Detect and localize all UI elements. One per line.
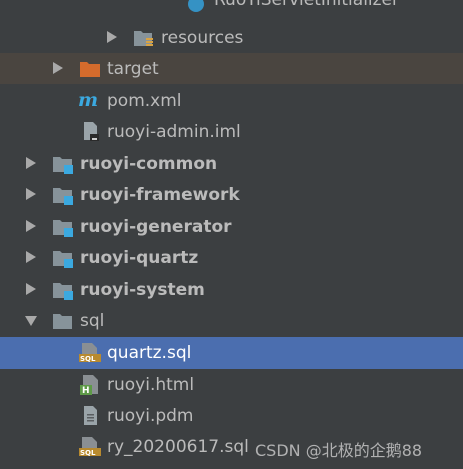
tree-item-ruoyi-pdm[interactable]: ruoyi.pdm <box>0 400 463 431</box>
tree-item-label: ruoyi.pdm <box>107 405 194 426</box>
tree-item-label: quartz.sql <box>107 343 192 363</box>
sql-file-icon: SQL <box>79 342 101 363</box>
watermark: CSDN @北极的企鹅88 <box>255 441 423 460</box>
tree-item-label: ruoyi-admin.iml <box>107 121 241 142</box>
module-folder-icon <box>52 154 74 174</box>
module-folder-icon <box>52 280 74 300</box>
tree-item-ruoyi-html[interactable]: H ruoyi.html <box>0 369 463 400</box>
svg-text:SQL: SQL <box>80 449 96 457</box>
tree-item-label: ruoyi-generator <box>80 216 232 237</box>
expand-arrow-icon[interactable] <box>53 62 63 74</box>
tree-item-ruoyi-quartz[interactable]: ruoyi-quartz <box>0 242 463 273</box>
tree-item-resources[interactable]: resources <box>0 22 463 53</box>
tree-item-label: ry_20200617.sql <box>107 436 249 457</box>
tree-item-label: ruoyi-framework <box>80 184 240 205</box>
expand-arrow-icon[interactable] <box>26 251 36 263</box>
tree-item-label: pom.xml <box>107 90 182 111</box>
expand-arrow-icon[interactable] <box>26 283 36 295</box>
tree-item-target[interactable]: target <box>0 53 463 84</box>
expand-arrow-icon[interactable] <box>26 188 36 200</box>
expand-arrow-icon[interactable] <box>26 157 36 169</box>
tree-item-servlet-initializer[interactable]: RuoYiServletInitializer <box>0 0 463 17</box>
project-tree: RuoYiServletInitializer resources target… <box>0 0 463 469</box>
excluded-folder-icon <box>79 59 101 78</box>
expand-arrow-icon[interactable] <box>26 220 36 232</box>
tree-item-label: target <box>107 58 159 79</box>
svg-text:m: m <box>78 90 98 110</box>
html-file-icon: H <box>80 374 102 396</box>
text-file-icon <box>81 405 103 425</box>
tree-item-ruoyi-generator[interactable]: ruoyi-generator <box>0 211 463 242</box>
tree-item-label: ruoyi-common <box>80 153 218 174</box>
module-folder-icon <box>52 185 74 205</box>
folder-icon <box>52 311 74 330</box>
collapse-arrow-icon[interactable] <box>25 316 37 326</box>
svg-text:SQL: SQL <box>80 355 96 363</box>
tree-item-label: RuoYiServletInitializer <box>214 0 400 10</box>
maven-icon: m <box>78 89 100 111</box>
resources-folder-icon <box>133 28 155 47</box>
tree-item-label: ruoyi.html <box>107 374 195 395</box>
tree-item-pom-xml[interactable]: m pom.xml <box>0 85 463 116</box>
tree-item-ruoyi-common[interactable]: ruoyi-common <box>0 148 463 179</box>
module-folder-icon <box>52 248 74 268</box>
tree-item-ruoyi-admin-iml[interactable]: ruoyi-admin.iml <box>0 116 463 147</box>
module-file-icon <box>81 121 103 141</box>
tree-item-label: resources <box>161 27 244 48</box>
java-class-icon <box>186 0 208 13</box>
tree-item-label: sql <box>80 310 105 331</box>
tree-item-label: ruoyi-quartz <box>80 247 199 268</box>
tree-item-sql[interactable]: sql <box>0 305 463 336</box>
tree-item-label: ruoyi-system <box>80 279 205 300</box>
module-folder-icon <box>52 217 74 237</box>
tree-item-ruoyi-system[interactable]: ruoyi-system <box>0 274 463 305</box>
svg-text:H: H <box>82 386 90 396</box>
tree-item-ruoyi-framework[interactable]: ruoyi-framework <box>0 179 463 210</box>
sql-file-icon: SQL <box>79 436 101 457</box>
tree-item-quartz-sql[interactable]: SQL quartz.sql <box>0 337 463 369</box>
expand-arrow-icon[interactable] <box>107 31 117 43</box>
